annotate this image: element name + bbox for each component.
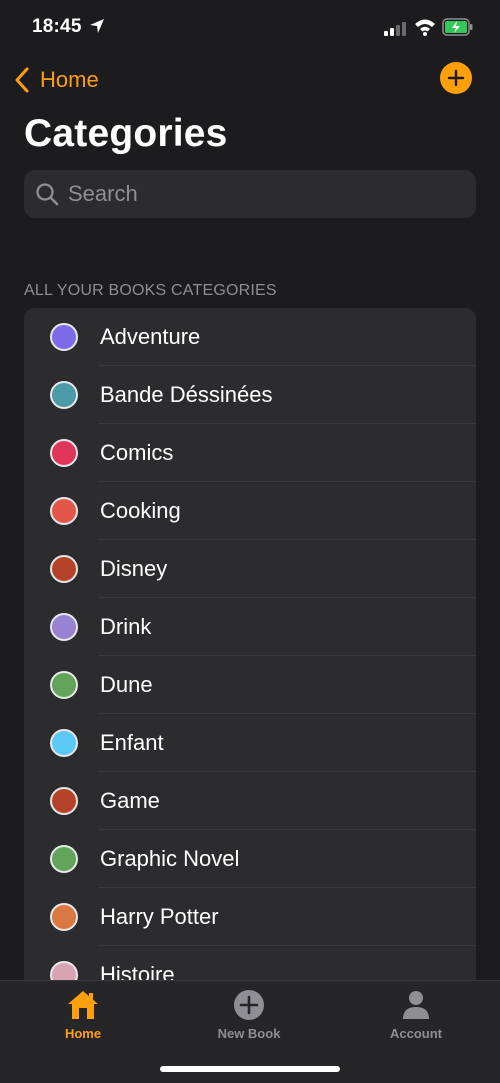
category-label: Disney [100, 556, 168, 581]
navigation-bar: Home [0, 56, 500, 104]
chevron-left-icon [15, 67, 29, 93]
category-label: Bande Déssinées [100, 382, 273, 407]
category-label: Game [100, 788, 160, 813]
category-color-dot [50, 613, 78, 641]
back-button[interactable]: Home [14, 64, 99, 96]
category-color-dot [50, 729, 78, 757]
house-icon [23, 989, 143, 1021]
category-color-dot [50, 497, 78, 525]
category-row-dune[interactable]: Dune [24, 656, 476, 714]
category-row-bande-dessinees[interactable]: Bande Déssinées [24, 366, 476, 424]
category-label: Harry Potter [100, 904, 219, 929]
category-row-enfant[interactable]: Enfant [24, 714, 476, 772]
search-input[interactable] [66, 180, 450, 208]
category-color-dot [50, 555, 78, 583]
back-button-label: Home [40, 67, 99, 92]
category-color-dot [50, 787, 78, 815]
section-header: ALL YOUR BOOKS CATEGORIES [24, 282, 277, 299]
category-row-cooking[interactable]: Cooking [24, 482, 476, 540]
plus-icon [447, 69, 465, 87]
category-row-disney[interactable]: Disney [24, 540, 476, 598]
category-color-dot [50, 671, 78, 699]
category-label: Dune [100, 672, 153, 697]
category-color-dot [50, 903, 78, 931]
status-bar: 18:45 [0, 0, 500, 56]
category-row-game[interactable]: Game [24, 772, 476, 830]
tab-home-label: Home [64, 1026, 102, 1041]
search-bar[interactable] [24, 170, 476, 218]
tab-new-book-label: New Book [217, 1026, 281, 1041]
wifi-icon [415, 19, 435, 36]
category-row-graphic-novel[interactable]: Graphic Novel [24, 830, 476, 888]
person-icon [356, 989, 476, 1021]
tab-new-book[interactable]: New Book [189, 989, 309, 1041]
battery-charging-icon [442, 18, 473, 36]
category-color-dot [50, 381, 78, 409]
category-row-drink[interactable]: Drink [24, 598, 476, 656]
category-color-dot [50, 845, 78, 873]
category-row-harry-potter[interactable]: Harry Potter [24, 888, 476, 946]
search-icon [34, 181, 60, 207]
category-row-comics[interactable]: Comics [24, 424, 476, 482]
status-time: 18:45 [32, 16, 82, 37]
category-color-dot [50, 323, 78, 351]
category-label: Enfant [100, 730, 164, 755]
tab-account-label: Account [390, 1026, 442, 1041]
category-color-dot [50, 439, 78, 467]
location-arrow-icon [90, 19, 104, 33]
tab-home[interactable]: Home [23, 989, 143, 1041]
page-title: Categories [24, 112, 228, 155]
categories-list: Adventure Bande Déssinées Comics Cooking… [24, 308, 476, 1004]
tab-account[interactable]: Account [356, 989, 476, 1041]
category-label: Adventure [100, 324, 201, 349]
home-indicator [160, 1066, 340, 1072]
plus-circle-icon [189, 989, 309, 1021]
cellular-signal-icon [384, 22, 406, 36]
category-row-adventure[interactable]: Adventure [24, 308, 476, 366]
category-label: Drink [100, 614, 152, 639]
category-label: Graphic Novel [100, 846, 240, 871]
category-label: Cooking [100, 498, 181, 523]
category-label: Comics [100, 440, 174, 465]
add-category-button[interactable] [440, 62, 472, 94]
